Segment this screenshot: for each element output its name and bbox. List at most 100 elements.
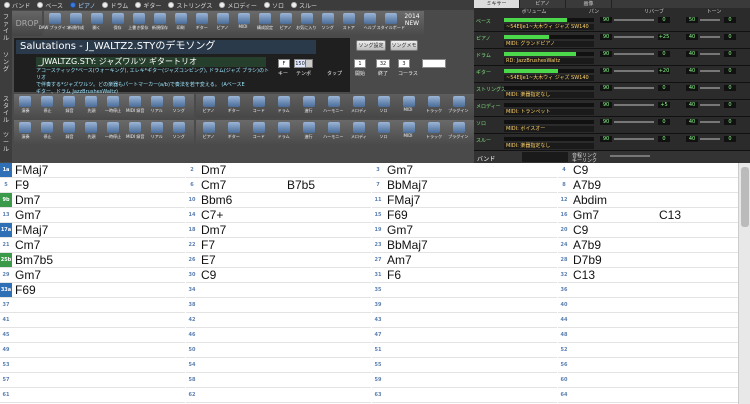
mixer-volume-slider[interactable] — [614, 19, 654, 21]
chord-cell[interactable]: 32 C13 — [558, 268, 738, 283]
mixer-pan[interactable]: 0 — [658, 85, 670, 91]
chord-cell[interactable]: 62 — [186, 388, 371, 403]
mixer-reverb-slider[interactable] — [700, 53, 720, 55]
chord-cell[interactable]: 9b Dm7 — [0, 193, 185, 208]
toolbar1-button-10[interactable]: 構成設定 — [254, 11, 275, 35]
toolbar1-button-2[interactable]: 開く — [86, 11, 107, 35]
toolbar1-button-16[interactable]: スタイルボード — [376, 11, 405, 35]
chord-cell[interactable]: 7 BbMaj7 — [372, 178, 557, 193]
track-radio-3[interactable]: ドラム — [102, 1, 128, 10]
song-settings-button[interactable]: ソング設定 — [356, 40, 386, 51]
mixer-pan[interactable]: 0 — [658, 51, 670, 57]
chord-cell[interactable]: 13 Gm7 — [0, 208, 185, 223]
chord-cell[interactable]: 35 — [372, 283, 557, 298]
track-radio-0[interactable]: バンド — [4, 1, 30, 10]
mixer-volume-slider[interactable] — [614, 70, 654, 72]
chord-cell[interactable]: 29 Gm7 — [0, 268, 185, 283]
end-field[interactable]: 32 — [376, 59, 390, 68]
chord-cell[interactable]: 41 — [0, 313, 185, 328]
mixer-volume[interactable]: 90 — [600, 119, 612, 125]
chord-cell[interactable]: 55 — [372, 358, 557, 373]
mixer-instrument[interactable]: MIDI: ボイスオー — [504, 126, 594, 132]
toolbar3-button-8[interactable]: MIDI — [396, 120, 421, 144]
song-title[interactable]: Salutations - J_WALTZ2.STYのデモソング — [16, 40, 316, 54]
chord-cell[interactable]: 27 Am7 — [372, 253, 557, 268]
mixer-reverb[interactable]: 40 — [686, 51, 698, 57]
toolbar3-button-2[interactable]: コード — [246, 120, 271, 144]
mixer-instrument[interactable]: MIDI: 楽器指定なし — [504, 143, 594, 149]
track-radio-8[interactable]: スルー — [290, 1, 317, 10]
chord-cell[interactable]: 21 Cm7 — [0, 238, 185, 253]
chord-cell[interactable]: 33a F69 — [0, 283, 185, 298]
chord-cell[interactable]: 17a FMaj7 — [0, 223, 185, 238]
mixer-tone[interactable]: 0 — [724, 17, 736, 23]
toolbar1-button-3[interactable]: 保存 — [107, 11, 128, 35]
chord-cell[interactable]: 22 F7 — [186, 238, 371, 253]
chord-cell[interactable]: 45 — [0, 328, 185, 343]
chord-cell[interactable]: 12 Abdim — [558, 193, 738, 208]
chord-sheet-scrollbar[interactable] — [738, 163, 750, 404]
chord-cell[interactable]: 36 — [558, 283, 738, 298]
chord-cell[interactable]: 61 — [0, 388, 185, 403]
mixer-reverb-slider[interactable] — [700, 19, 720, 21]
chord-cell[interactable]: 64 — [558, 388, 738, 403]
toolbar2-button-5[interactable]: MIDI 録音 — [124, 94, 146, 118]
mixer-reverb[interactable]: 40 — [686, 68, 698, 74]
toolbar2-button-4[interactable]: 一時停止 — [102, 120, 124, 144]
mixer-volume-slider[interactable] — [614, 104, 654, 106]
chord-cell[interactable]: 47 — [372, 328, 557, 343]
chord-cell[interactable]: 38 — [186, 298, 371, 313]
chord-cell[interactable]: 19 Gm7 — [372, 223, 557, 238]
toolbar3-button-1[interactable]: ギター — [221, 94, 246, 118]
toolbar3-button-4[interactable]: 進行 — [296, 120, 321, 144]
mixer-volume[interactable]: 90 — [600, 102, 612, 108]
chord-cell[interactable]: 57 — [0, 373, 185, 388]
mixer-volume[interactable]: 90 — [600, 51, 612, 57]
chord-cell[interactable]: 23 BbMaj7 — [372, 238, 557, 253]
toolbar3-button-5[interactable]: ハーモニー — [321, 94, 346, 118]
chord-cell[interactable]: 43 — [372, 313, 557, 328]
chord-cell[interactable]: 42 — [186, 313, 371, 328]
mixer-reverb[interactable]: 40 — [686, 136, 698, 142]
mixer-reverb[interactable]: 40 — [686, 34, 698, 40]
track-radio-1[interactable]: ベース — [37, 1, 63, 10]
mixer-volume-slider[interactable] — [614, 36, 654, 38]
chord-cell[interactable]: 63 — [372, 388, 557, 403]
chord-cell[interactable]: 34 — [186, 283, 371, 298]
toolbar3-button-4[interactable]: 進行 — [296, 94, 321, 118]
toolbar3-button-7[interactable]: ソロ — [371, 120, 396, 144]
toolbar1-button-5[interactable]: 新規保存 — [149, 11, 170, 35]
chord-cell[interactable]: 31 F6 — [372, 268, 557, 283]
mixer-pan[interactable]: +25 — [658, 34, 670, 40]
toolbar3-button-3[interactable]: ドラム — [271, 94, 296, 118]
mixer-tone[interactable]: 0 — [724, 34, 736, 40]
mixer-instrument[interactable]: ~54EIJe1~大木ウィ ジャズ SW140 — [504, 75, 594, 81]
mixer-reverb[interactable]: 40 — [686, 119, 698, 125]
chord-cell[interactable]: 3 Gm7 — [372, 163, 557, 178]
chord-cell[interactable]: 56 — [558, 358, 738, 373]
chord-cell[interactable]: 5 F9 — [0, 178, 185, 193]
toolbar1-button-0[interactable]: DAW プラグイン — [39, 11, 70, 35]
mixer-reverb[interactable]: 40 — [686, 85, 698, 91]
mixer-instrument[interactable]: MIDI: トランペット — [504, 109, 594, 115]
chord-cell[interactable]: 60 — [558, 373, 738, 388]
mixer-reverb-slider[interactable] — [700, 87, 720, 89]
mixer-volume[interactable]: 90 — [600, 68, 612, 74]
chord-cell[interactable]: 26 E7 — [186, 253, 371, 268]
chord-cell[interactable]: 14 C7+ — [186, 208, 371, 223]
chord-cell[interactable]: 2 Dm7 — [186, 163, 371, 178]
chord-cell[interactable]: 54 — [186, 358, 371, 373]
toolbar2-button-1[interactable]: 停止 — [36, 94, 58, 118]
chord-cell[interactable]: 1a FMaj7 — [0, 163, 185, 178]
chord-cell[interactable]: 37 — [0, 298, 185, 313]
mixer-pan[interactable]: 0 — [658, 136, 670, 142]
toolbar3-button-6[interactable]: メロディ — [346, 94, 371, 118]
toolbar3-button-0[interactable]: ピアノ — [196, 120, 221, 144]
toolbar3-button-9[interactable]: トラック — [421, 94, 446, 118]
chord-cell[interactable]: 49 — [0, 343, 185, 358]
chord-cell[interactable]: 40 — [558, 298, 738, 313]
track-radio-5[interactable]: ストリングス — [168, 1, 212, 10]
toolbar3-button-10[interactable]: プラグイン — [446, 120, 471, 144]
chord-cell[interactable]: 59 — [372, 373, 557, 388]
toolbar2-button-2[interactable]: 録音 — [58, 120, 80, 144]
